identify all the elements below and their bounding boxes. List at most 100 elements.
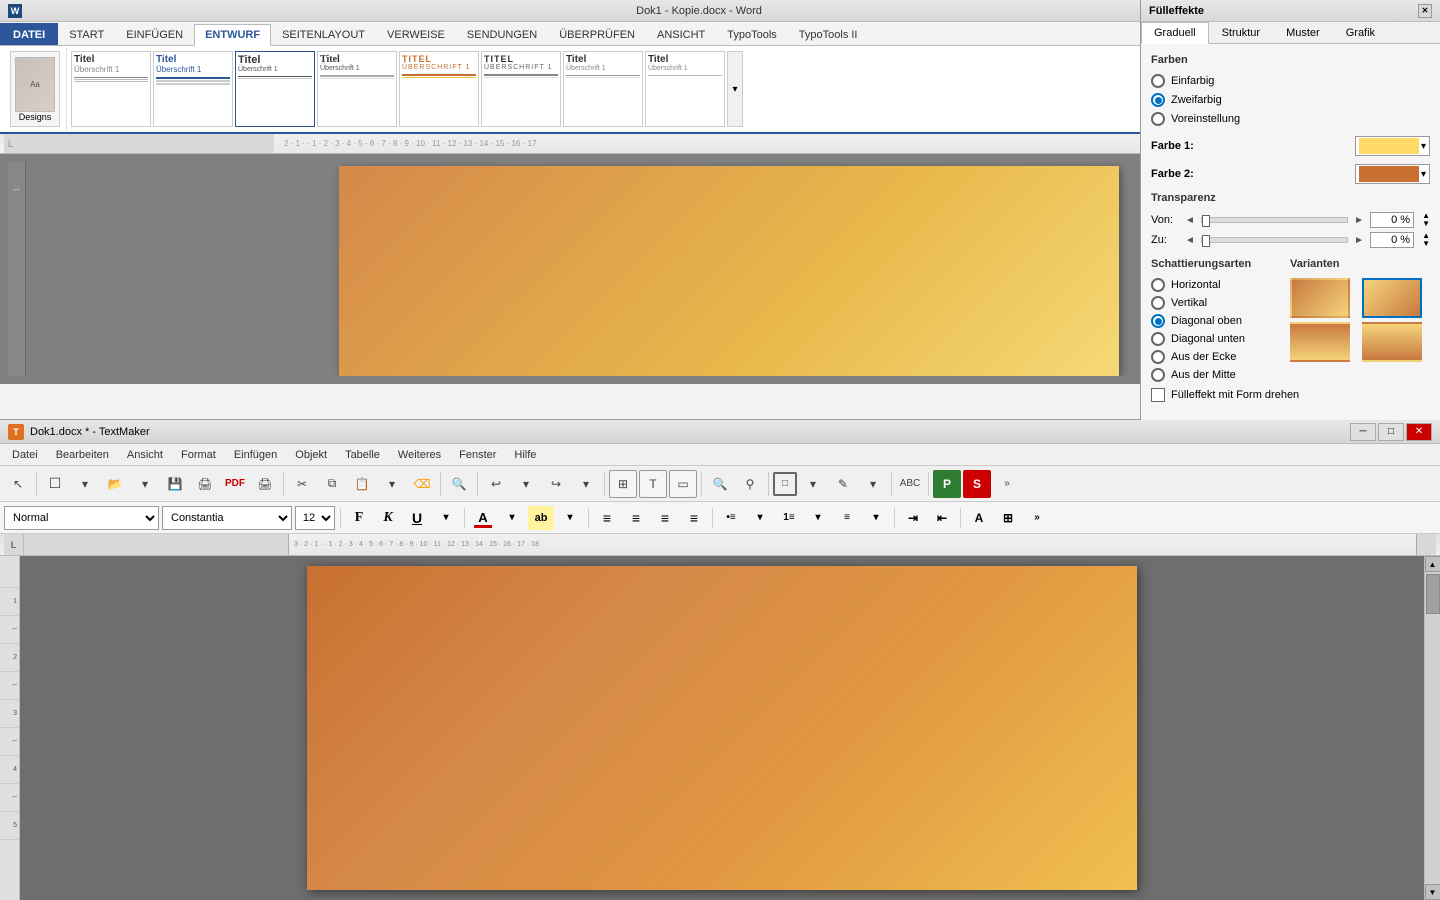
radio-einfarbig[interactable]: Einfarbig (1151, 74, 1430, 88)
tab-seitenlayout[interactable]: SEITENLAYOUT (271, 23, 376, 45)
new-dropdown-btn[interactable]: ▾ (71, 470, 99, 498)
von-arrow-right[interactable]: ► (1354, 215, 1364, 226)
italic-btn[interactable]: K (375, 506, 401, 530)
cut-btn[interactable]: ✂ (288, 470, 316, 498)
tab-entwurf[interactable]: ENTWURF (194, 24, 271, 46)
redo-btn[interactable]: ↪ (542, 470, 570, 498)
font-color-dropdown-btn[interactable]: ▾ (499, 506, 525, 530)
theme-item-6[interactable]: TITEL ÜBERSCHRIFT 1 (481, 51, 561, 127)
indent-out-btn[interactable]: ⇤ (929, 506, 955, 530)
size-select[interactable]: 12 (295, 506, 335, 530)
menu-weiteres[interactable]: Weiteres (390, 447, 449, 463)
tab-einfuegen[interactable]: EINFÜGEN (115, 23, 194, 45)
radio-aus-ecke[interactable]: Aus der Ecke (1151, 350, 1282, 364)
zoom2-btn[interactable]: ⚲ (736, 470, 764, 498)
frame-btn[interactable]: ▭ (669, 470, 697, 498)
textmaker-page[interactable] (307, 566, 1137, 890)
menu-objekt[interactable]: Objekt (287, 447, 335, 463)
theme-item-1[interactable]: Titel Überschrift 1 (71, 51, 151, 127)
find-btn[interactable]: 🔍 (445, 470, 473, 498)
theme-item-4[interactable]: Titel Überschrift 1 (317, 51, 397, 127)
align-center-btn[interactable]: ≡ (623, 506, 649, 530)
bullet-dropdown-btn[interactable]: ▾ (747, 506, 773, 530)
variant-4[interactable] (1362, 322, 1422, 362)
variant-2[interactable] (1362, 278, 1422, 318)
zu-slider-track[interactable] (1201, 237, 1348, 243)
menu-hilfe[interactable]: Hilfe (506, 447, 544, 463)
zu-spin-down[interactable]: ▼ (1422, 240, 1430, 248)
menu-ansicht[interactable]: Ansicht (119, 447, 171, 463)
radio-horizontal[interactable]: Horizontal (1151, 278, 1282, 292)
num-list-btn[interactable]: 1≡ (776, 506, 802, 530)
scroll-track[interactable] (1426, 572, 1440, 884)
highlight-btn[interactable]: ab (528, 506, 554, 530)
para-format-btn[interactable]: ⊞ (995, 506, 1021, 530)
variant-3[interactable] (1290, 322, 1350, 362)
theme-item-3[interactable]: Titel Überschrift 1 (235, 51, 315, 127)
redo-dropdown-btn[interactable]: ▾ (572, 470, 600, 498)
justify-btn[interactable]: ≡ (681, 506, 707, 530)
open-dropdown-btn[interactable]: ▾ (131, 470, 159, 498)
zu-arrow-left[interactable]: ◄ (1185, 235, 1195, 246)
radio-zweifarbig[interactable]: Zweifarbig (1151, 93, 1430, 107)
align-left-btn[interactable]: ≡ (594, 506, 620, 530)
theme-item-7[interactable]: Titel Überschrift 1 (563, 51, 643, 127)
highlight-dropdown-btn[interactable]: ▾ (557, 506, 583, 530)
open-btn[interactable]: 📂 (101, 470, 129, 498)
zu-arrow-right[interactable]: ► (1354, 235, 1364, 246)
farbe2-swatch-btn[interactable]: ▾ (1355, 164, 1430, 184)
tab-sendungen[interactable]: SENDUNGEN (456, 23, 548, 45)
menu-datei[interactable]: Datei (4, 447, 46, 463)
undo-dropdown-btn[interactable]: ▾ (512, 470, 540, 498)
paste-btn[interactable]: 📋 (348, 470, 376, 498)
more-tools-btn[interactable]: » (993, 470, 1021, 498)
panel-close-btn[interactable]: ✕ (1418, 4, 1432, 18)
tab-muster[interactable]: Muster (1273, 22, 1333, 43)
border-dropdown-btn[interactable]: ▾ (799, 470, 827, 498)
drechen-checkbox-box[interactable] (1151, 388, 1165, 402)
scroll-down-btn[interactable]: ▼ (1425, 884, 1440, 900)
bullet-list-btn[interactable]: •≡ (718, 506, 744, 530)
scroll-thumb[interactable] (1426, 574, 1440, 614)
tab-struktur[interactable]: Struktur (1209, 22, 1274, 43)
zoom-btn[interactable]: 🔍 (706, 470, 734, 498)
designs-button[interactable]: Aa Designs (10, 51, 60, 127)
pdf-btn[interactable]: PDF (221, 470, 249, 498)
farbe1-swatch-btn[interactable]: ▾ (1355, 136, 1430, 156)
cursor-btn[interactable]: ↖ (4, 470, 32, 498)
scroll-up-btn[interactable]: ▲ (1425, 556, 1440, 572)
undo-btn[interactable]: ↩ (482, 470, 510, 498)
char-format-btn[interactable]: A (966, 506, 992, 530)
underline-btn[interactable]: U (404, 506, 430, 530)
align-right-btn[interactable]: ≡ (652, 506, 678, 530)
font-color-btn[interactable]: A (470, 506, 496, 530)
new-btn[interactable]: ☐ (41, 470, 69, 498)
tab-verweise[interactable]: VERWEISE (376, 23, 456, 45)
von-percent-box[interactable]: 0 % (1370, 212, 1414, 228)
theme-item-2[interactable]: Titel Überschrift 1 (153, 51, 233, 127)
zu-slider-thumb[interactable] (1202, 235, 1210, 247)
format-paint-btn[interactable]: ✎ (829, 470, 857, 498)
radio-vertikal[interactable]: Vertikal (1151, 296, 1282, 310)
text-frame-btn[interactable]: T (639, 470, 667, 498)
erase-btn[interactable]: ⌫ (408, 470, 436, 498)
radio-voreinstellung[interactable]: Voreinstellung (1151, 112, 1430, 126)
save-btn[interactable]: 💾 (161, 470, 189, 498)
variant-1[interactable] (1290, 278, 1350, 318)
tab-grafik[interactable]: Grafik (1333, 22, 1388, 43)
paste-dropdown-btn[interactable]: ▾ (378, 470, 406, 498)
theme-item-5[interactable]: TITEL ÜBERSCHRIFT 1 (399, 51, 479, 127)
underline-dropdown-btn[interactable]: ▾ (433, 506, 459, 530)
tab-graduell[interactable]: Graduell (1141, 22, 1209, 44)
tab-start[interactable]: START (58, 23, 115, 45)
softmaker-p-btn[interactable]: P (933, 470, 961, 498)
direct-print-btn[interactable]: 🖨 (251, 470, 279, 498)
von-slider-track[interactable] (1201, 217, 1348, 223)
menu-bearbeiten[interactable]: Bearbeiten (48, 447, 117, 463)
bold-btn[interactable]: F (346, 506, 372, 530)
menu-tabelle[interactable]: Tabelle (337, 447, 388, 463)
num-dropdown-btn[interactable]: ▾ (805, 506, 831, 530)
menu-einfuegen[interactable]: Einfügen (226, 447, 285, 463)
tab-typotools[interactable]: TypoTools (716, 23, 788, 45)
zu-percent-box[interactable]: 0 % (1370, 232, 1414, 248)
